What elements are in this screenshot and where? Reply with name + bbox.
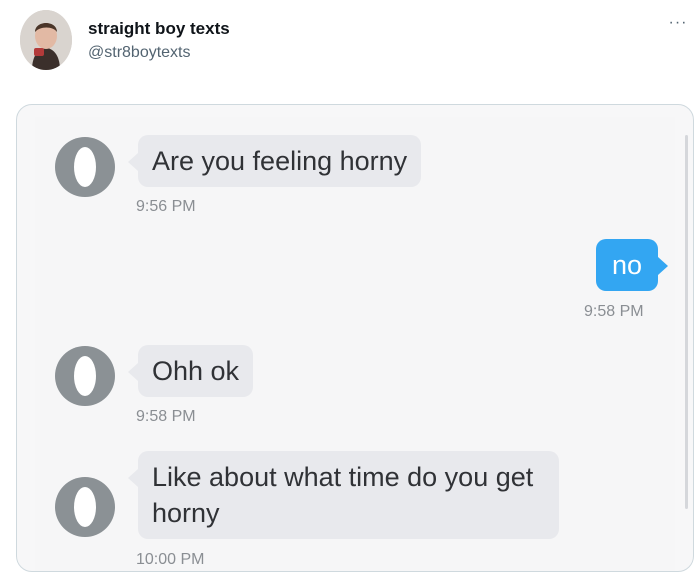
scrollbar bbox=[685, 135, 688, 509]
incoming-message-bubble: Are you feeling horny bbox=[127, 135, 422, 187]
contact-avatar bbox=[55, 346, 115, 406]
message-timestamp: 10:00 PM bbox=[136, 551, 205, 568]
author-handle[interactable]: @str8boytexts bbox=[88, 44, 191, 62]
outgoing-message-bubble: no bbox=[596, 239, 668, 291]
author-name[interactable]: straight boy texts bbox=[88, 19, 230, 39]
incoming-message-bubble: Like about what time do you get horny bbox=[128, 451, 559, 539]
message-timestamp: 9:56 PM bbox=[136, 198, 196, 215]
contact-avatar bbox=[55, 137, 115, 197]
contact-avatar bbox=[55, 477, 115, 537]
message-timestamp: 9:58 PM bbox=[136, 408, 196, 425]
text-conversation-screenshot: Are you feeling horny 9:56 PM no 9:58 PM… bbox=[35, 117, 688, 571]
incoming-message-bubble: Ohh ok bbox=[127, 345, 254, 397]
tweet-media-card[interactable]: Are you feeling horny 9:56 PM no 9:58 PM… bbox=[16, 104, 694, 572]
more-options-icon[interactable]: ··· bbox=[666, 15, 690, 34]
message-timestamp: 9:58 PM bbox=[584, 303, 644, 320]
author-avatar[interactable] bbox=[20, 10, 72, 70]
profile-photo-icon bbox=[20, 10, 72, 70]
